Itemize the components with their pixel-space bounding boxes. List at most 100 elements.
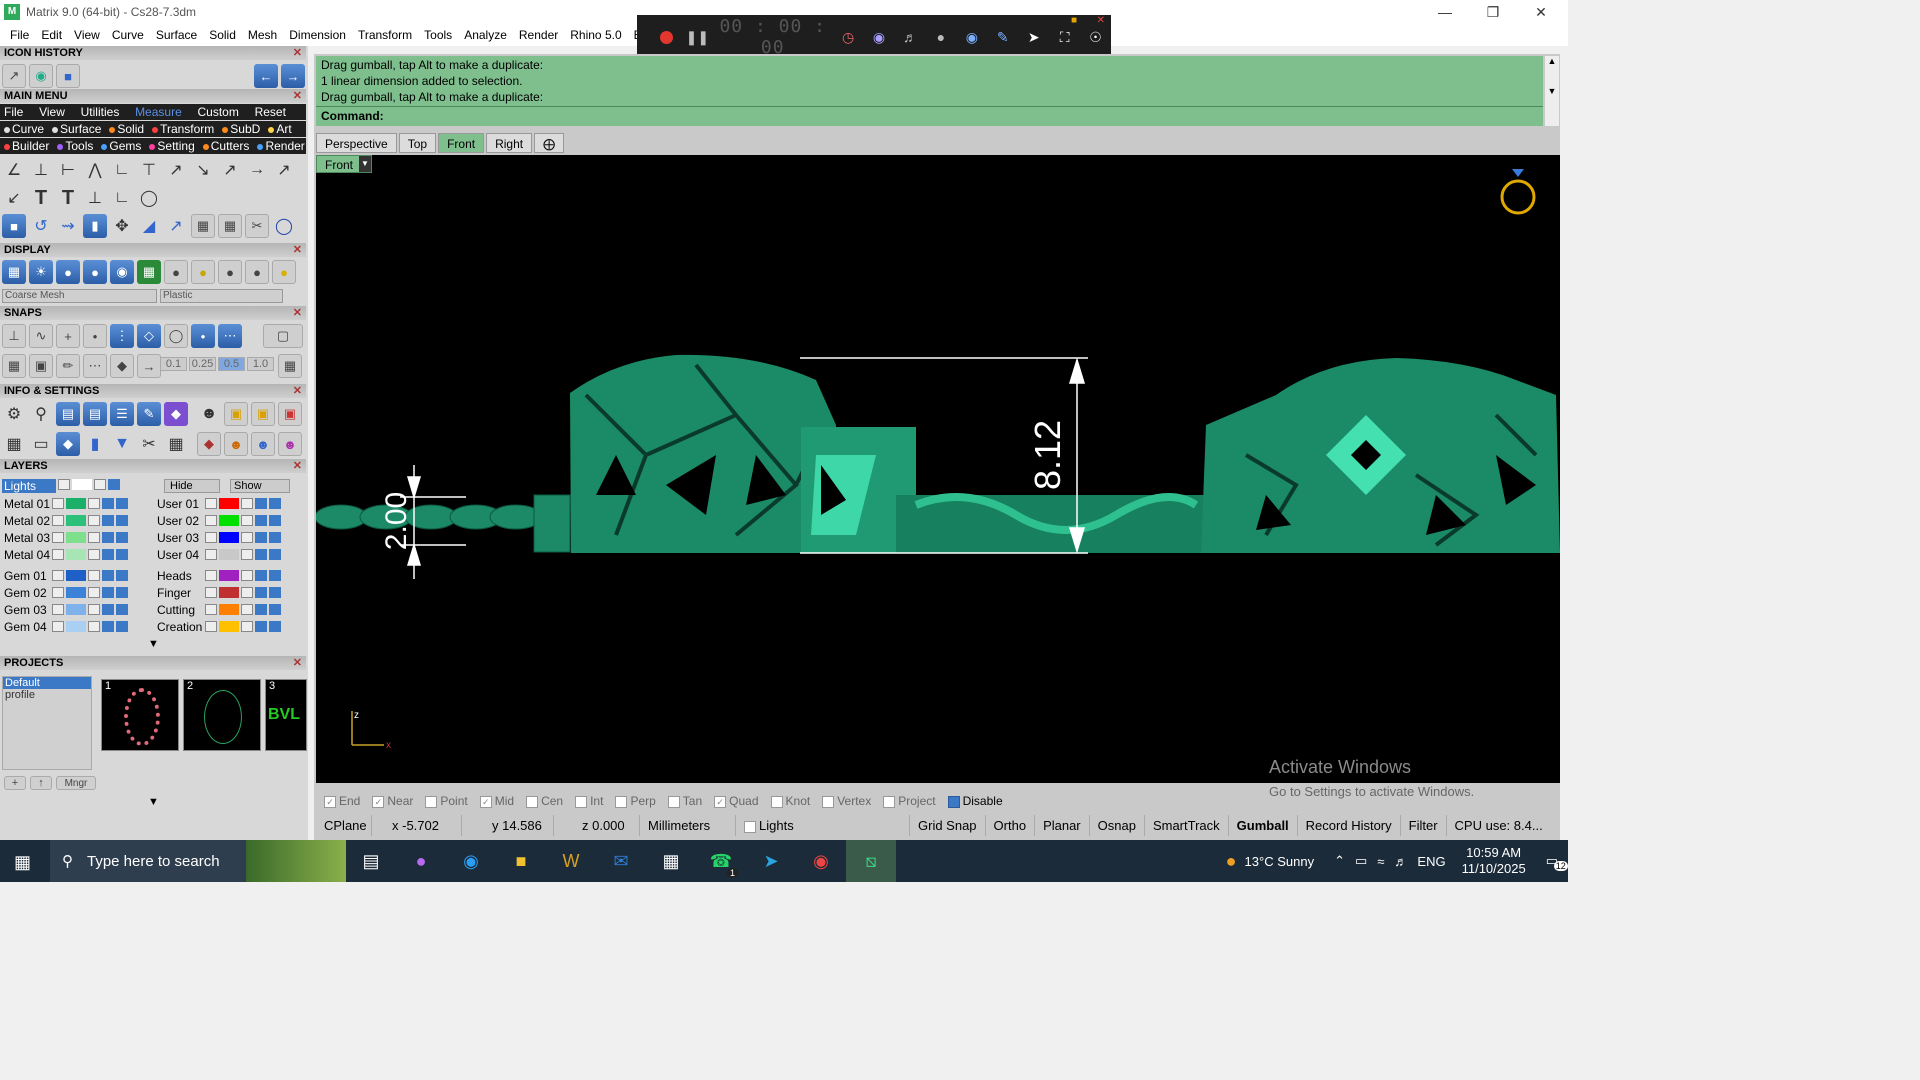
osnap-checkbox[interactable]: ✓ (714, 795, 727, 808)
curve-tool-icon[interactable]: ⇝ (56, 214, 80, 238)
grid-layout-icon[interactable]: ▦ (2, 432, 26, 456)
layer-row[interactable]: User 01 (153, 496, 283, 511)
plane-icon[interactable]: ▣ (29, 354, 53, 378)
expand-icon[interactable] (52, 498, 64, 509)
snap-quad-icon[interactable]: • (191, 324, 215, 348)
layer-row[interactable]: Finger (153, 585, 283, 600)
back-arrow-icon[interactable]: ← (254, 64, 278, 88)
layer-row[interactable]: Gem 03 (0, 602, 130, 617)
category-transform[interactable]: Transform (152, 122, 214, 136)
stack-icon[interactable]: ▤ (56, 402, 80, 426)
gem-icon[interactable]: ◆ (197, 432, 221, 456)
layer-row[interactable]: Metal 04 (0, 547, 130, 562)
close-icon[interactable]: ✕ (293, 306, 302, 320)
dotted-line-icon[interactable]: ⋯ (83, 354, 107, 378)
snap-mid-icon[interactable]: • (83, 324, 107, 348)
chevron-down-icon[interactable]: ▼ (148, 796, 159, 808)
osnap-quad[interactable]: ✓ Quad (714, 794, 759, 808)
osnap-vertex[interactable]: Vertex (822, 794, 871, 808)
dimension-tool-icon[interactable]: ⊢ (56, 158, 80, 182)
dimension-tool-icon[interactable]: ∟ (110, 158, 134, 182)
osnap-checkbox[interactable] (947, 795, 960, 808)
restore-button[interactable]: ❐ (1470, 0, 1516, 24)
material-select[interactable]: Plastic (160, 289, 283, 303)
lock-icon[interactable] (88, 532, 100, 543)
file-explorer-icon[interactable]: ■ (496, 840, 546, 882)
render-icon[interactable] (269, 621, 281, 632)
history-tool-icon[interactable]: ◉ (29, 64, 53, 88)
category-art[interactable]: Art (268, 122, 292, 136)
hide-layers-button[interactable]: Hide (164, 479, 220, 493)
menu-curve[interactable]: Curve (106, 28, 150, 42)
task-view-icon[interactable]: ▤ (346, 840, 396, 882)
lock-icon[interactable] (241, 549, 253, 560)
layer-row[interactable]: Heads (153, 568, 283, 583)
minimize-button[interactable]: — (1422, 0, 1468, 24)
search-icon[interactable]: ⚲ (29, 402, 53, 426)
grid-display-icon[interactable]: ▦ (2, 260, 26, 284)
visibility-icon[interactable] (102, 587, 114, 598)
chevron-down-icon[interactable]: ▼ (359, 156, 371, 172)
project-thumbnail[interactable]: 1 (101, 679, 179, 751)
rendered-sphere-icon[interactable]: ● (83, 260, 107, 284)
visibility-icon[interactable] (102, 532, 114, 543)
layer-color-swatch[interactable] (219, 570, 239, 581)
eye-icon[interactable]: ☉ (1080, 15, 1111, 59)
layer-color-swatch[interactable] (219, 515, 239, 526)
osnap-perp[interactable]: Perp (615, 794, 656, 808)
osnap-checkbox[interactable] (575, 795, 588, 808)
lights-layer[interactable]: Lights (2, 479, 56, 493)
timer-icon[interactable]: ◷ (833, 15, 864, 59)
grid-snap-icon[interactable]: ▦ (278, 354, 302, 378)
add-tab-icon[interactable]: ⨁ (534, 133, 565, 153)
chrome-icon[interactable]: ◉ (796, 840, 846, 882)
cube-icon[interactable]: ◆ (56, 432, 80, 456)
pencil-icon[interactable]: ✎ (137, 402, 161, 426)
clock[interactable]: 10:59 AM 11/10/2025 (1462, 845, 1526, 877)
word-app-icon[interactable]: W (546, 840, 596, 882)
visibility-icon[interactable] (102, 570, 114, 581)
visibility-icon[interactable] (255, 515, 267, 526)
rotate-tool-icon[interactable]: ↺ (29, 214, 53, 238)
close-icon[interactable]: ✕ (293, 384, 302, 398)
outlook-icon[interactable]: ✉ (596, 840, 646, 882)
matrix-taskbar-icon[interactable]: ⧅ (846, 840, 896, 882)
camera-icon[interactable]: ◉ (864, 15, 895, 59)
dimension-tool-icon[interactable]: ↘ (191, 158, 215, 182)
expand-icon[interactable] (52, 570, 64, 581)
expand-icon[interactable] (205, 621, 217, 632)
layer-color-swatch[interactable] (66, 498, 86, 509)
category-solid[interactable]: Solid (109, 122, 144, 136)
menu-render[interactable]: Render (513, 28, 564, 42)
environment-icon[interactable]: ◉ (110, 260, 134, 284)
category-builder[interactable]: Builder (4, 139, 49, 153)
layer-color-swatch[interactable] (219, 604, 239, 615)
dimension-tool-icon[interactable]: ↗ (218, 158, 242, 182)
menu-solid[interactable]: Solid (203, 28, 242, 42)
dimension-tool-icon[interactable]: ⊤ (137, 158, 161, 182)
lock-icon[interactable] (241, 570, 253, 581)
visibility-icon[interactable] (255, 549, 267, 560)
close-icon[interactable]: ✕ (293, 46, 302, 60)
dimension-tool-icon[interactable]: ⊥ (29, 158, 53, 182)
layer-color-swatch[interactable] (66, 515, 86, 526)
menu-mesh[interactable]: Mesh (242, 28, 283, 42)
snap-near-icon[interactable]: ∿ (29, 324, 53, 348)
osnap-cen[interactable]: Cen (526, 794, 563, 808)
chevron-up-icon[interactable]: ⌃ (1334, 853, 1345, 869)
layer-row[interactable]: Metal 01 (0, 496, 130, 511)
command-input[interactable]: Command: (316, 106, 1543, 126)
main-menu-tab-measure[interactable]: Measure (135, 105, 182, 119)
close-icon[interactable]: ✕ (293, 243, 302, 257)
category-gems[interactable]: Gems (101, 139, 141, 153)
gold-sphere-icon[interactable]: ● (191, 260, 215, 284)
expand-icon[interactable] (205, 549, 217, 560)
osnap-toggle[interactable]: Osnap (1090, 815, 1145, 836)
figure-icon[interactable]: ☻ (278, 432, 302, 456)
snap-step-value[interactable]: 0.1 (160, 357, 187, 371)
windows-start-icon[interactable]: ▦ (14, 852, 31, 873)
category-surface[interactable]: Surface (52, 122, 101, 136)
list-icon[interactable]: ☰ (110, 402, 134, 426)
render-icon[interactable] (116, 515, 128, 526)
lock-icon[interactable] (88, 515, 100, 526)
